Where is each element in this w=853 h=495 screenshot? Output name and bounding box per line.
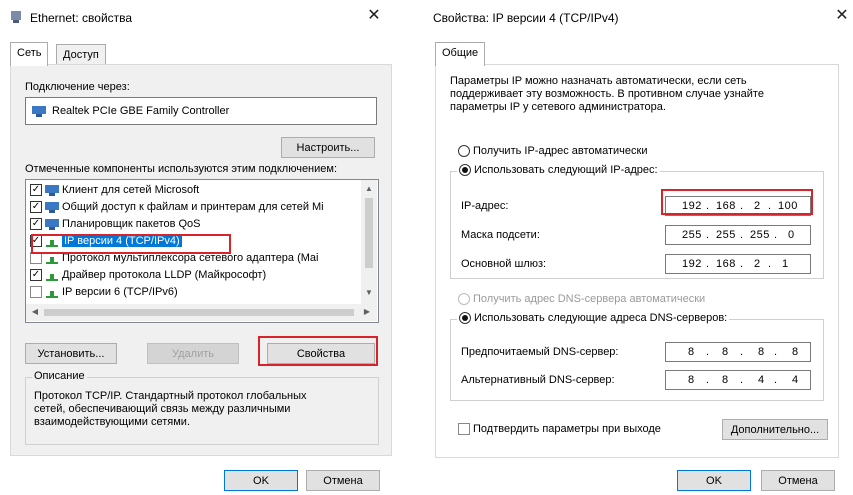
ipv4-properties-dialog: Свойства: IP версии 4 (TCP/IPv4) ✕ Общие…: [425, 0, 853, 495]
radio-button[interactable]: [459, 164, 471, 177]
radio-button: [458, 293, 470, 306]
connect-through-label: Подключение через:: [25, 81, 130, 93]
ip-address-field[interactable]: 192. 168. 2. 100: [665, 196, 811, 216]
radio-label: Получить IP-адрес автоматически: [473, 145, 648, 157]
description-group: Описание Протокол TCP/IP. Стандартный пр…: [25, 370, 379, 445]
adapter-icon: [32, 106, 46, 117]
radio-auto-dns: Получить адрес DNS-сервера автоматически: [458, 293, 706, 306]
description-label: Описание: [32, 370, 87, 382]
ip-address-label: IP-адрес:: [461, 200, 509, 212]
tab-sharing[interactable]: Доступ: [56, 44, 106, 65]
vertical-scrollbar[interactable]: ▲ ▼: [361, 180, 377, 304]
list-item[interactable]: IP версии 6 (TCP/IPv6): [30, 284, 178, 300]
list-item[interactable]: ✓ Драйвер протокола LLDP (Майкрософт): [30, 267, 266, 283]
adapter-box: Realtek PCIe GBE Family Controller: [25, 97, 377, 125]
description-text: Протокол TCP/IP. Стандартный протокол гл…: [34, 390, 307, 428]
hscroll-thumb[interactable]: [44, 309, 354, 316]
radio-button[interactable]: [459, 312, 471, 325]
checkbox-label: Подтвердить параметры при выходе: [473, 423, 661, 435]
title-bar: Свойства: IP версии 4 (TCP/IPv4) ✕: [425, 0, 853, 34]
scroll-left-icon[interactable]: ◀: [28, 305, 42, 319]
protocol-icon: [46, 290, 58, 298]
alternate-dns-label: Альтернативный DNS-сервер:: [461, 374, 615, 386]
component-label: Планировщик пакетов QoS: [62, 218, 201, 230]
alternate-dns-field[interactable]: 8. 8. 4. 4: [665, 370, 811, 390]
radio-label: Использовать следующие адреса DNS-сервер…: [474, 312, 728, 324]
checkbox[interactable]: ✓: [30, 184, 42, 197]
gateway-field[interactable]: 192. 168. 2. 1: [665, 254, 811, 274]
component-label: Протокол мультиплексора сетевого адаптер…: [62, 252, 319, 264]
radio-manual-dns[interactable]: Использовать следующие адреса DNS-сервер…: [457, 312, 730, 325]
client-icon: [45, 184, 59, 196]
checkbox[interactable]: ✓: [30, 269, 42, 282]
validate-on-exit[interactable]: Подтвердить параметры при выходе: [458, 423, 661, 436]
ethernet-icon: [11, 11, 21, 23]
preferred-dns-label: Предпочитаемый DNS-сервер:: [461, 346, 619, 358]
horizontal-scrollbar[interactable]: ◀ ▶: [26, 304, 377, 321]
protocol-icon: [46, 273, 58, 281]
network-tab-panel: Подключение через: Realtek PCIe GBE Fami…: [10, 64, 392, 456]
adapter-name: Realtek PCIe GBE Family Controller: [52, 105, 230, 117]
ok-button[interactable]: OK: [677, 470, 751, 491]
list-item[interactable]: ✓ Общий доступ к файлам и принтерам для с…: [30, 199, 324, 215]
radio-label: Использовать следующий IP-адрес:: [474, 164, 658, 176]
gateway-label: Основной шлюз:: [461, 258, 547, 270]
radio-label: Получить адрес DNS-сервера автоматически: [473, 293, 706, 305]
title-bar: Ethernet: свойства ✕: [0, 0, 412, 34]
checkbox[interactable]: [30, 286, 42, 299]
scroll-thumb[interactable]: [365, 198, 373, 268]
component-label: Клиент для сетей Microsoft: [62, 184, 200, 196]
scroll-up-icon[interactable]: ▲: [362, 182, 376, 196]
properties-button[interactable]: Свойства: [267, 343, 375, 364]
tab-strip: Сеть Доступ: [10, 42, 402, 66]
protocol-icon: [46, 256, 58, 264]
remove-button: Удалить: [147, 343, 239, 364]
list-item[interactable]: Протокол мультиплексора сетевого адаптер…: [30, 250, 319, 266]
tab-network[interactable]: Сеть: [10, 42, 49, 66]
scroll-right-icon[interactable]: ▶: [360, 305, 374, 319]
intro-text: Параметры IP можно назначать автоматичес…: [450, 75, 764, 113]
subnet-mask-label: Маска подсети:: [461, 229, 540, 241]
radio-manual-ip[interactable]: Использовать следующий IP-адрес:: [457, 164, 660, 177]
ethernet-properties-dialog: Ethernet: свойства ✕ Сеть Доступ Подключ…: [0, 0, 412, 495]
ok-button[interactable]: OK: [224, 470, 298, 491]
qos-icon: [45, 218, 59, 230]
tab-general[interactable]: Общие: [435, 42, 486, 66]
share-icon: [45, 201, 59, 213]
protocol-icon: [46, 239, 58, 247]
configure-button[interactable]: Настроить...: [281, 137, 375, 158]
checkbox[interactable]: ✓: [30, 218, 42, 231]
checkbox[interactable]: ✓: [30, 201, 42, 214]
checkbox[interactable]: ✓: [30, 235, 42, 248]
scroll-down-icon[interactable]: ▼: [362, 286, 376, 300]
window-title: Ethernet: свойства: [30, 11, 133, 25]
install-button[interactable]: Установить...: [25, 343, 117, 364]
list-item[interactable]: ✓ Планировщик пакетов QoS: [30, 216, 201, 232]
component-label: IP версии 6 (TCP/IPv6): [62, 286, 178, 298]
advanced-button[interactable]: Дополнительно...: [722, 419, 828, 440]
components-label: Отмеченные компоненты используются этим …: [25, 163, 338, 175]
general-tab-panel: Параметры IP можно назначать автоматичес…: [435, 64, 839, 458]
tab-strip: Общие: [435, 42, 835, 66]
radio-button[interactable]: [458, 145, 470, 158]
checkbox[interactable]: [458, 423, 470, 436]
component-label: Драйвер протокола LLDP (Майкрософт): [62, 269, 267, 281]
window-title: Свойства: IP версии 4 (TCP/IPv4): [433, 11, 619, 25]
cancel-button[interactable]: Отмена: [306, 470, 380, 491]
component-label: Общий доступ к файлам и принтерам для се…: [62, 201, 324, 213]
cancel-button[interactable]: Отмена: [761, 470, 835, 491]
preferred-dns-field[interactable]: 8. 8. 8. 8: [665, 342, 811, 362]
dns-settings-group: Использовать следующие адреса DNS-сервер…: [450, 312, 824, 401]
close-icon[interactable]: ✕: [831, 6, 853, 26]
subnet-mask-field[interactable]: 255. 255. 255. 0: [665, 225, 811, 245]
component-label: IP версии 4 (TCP/IPv4): [62, 235, 182, 247]
list-item-selected[interactable]: ✓ IP версии 4 (TCP/IPv4): [30, 233, 182, 249]
list-item[interactable]: ✓ Клиент для сетей Microsoft: [30, 182, 199, 198]
ip-settings-group: Использовать следующий IP-адрес: IP-адре…: [450, 164, 824, 279]
radio-auto-ip[interactable]: Получить IP-адрес автоматически: [458, 145, 648, 158]
components-list[interactable]: ✓ Клиент для сетей Microsoft ✓ Общий досту…: [25, 179, 379, 323]
close-icon[interactable]: ✕: [363, 6, 385, 26]
checkbox[interactable]: [30, 252, 42, 265]
